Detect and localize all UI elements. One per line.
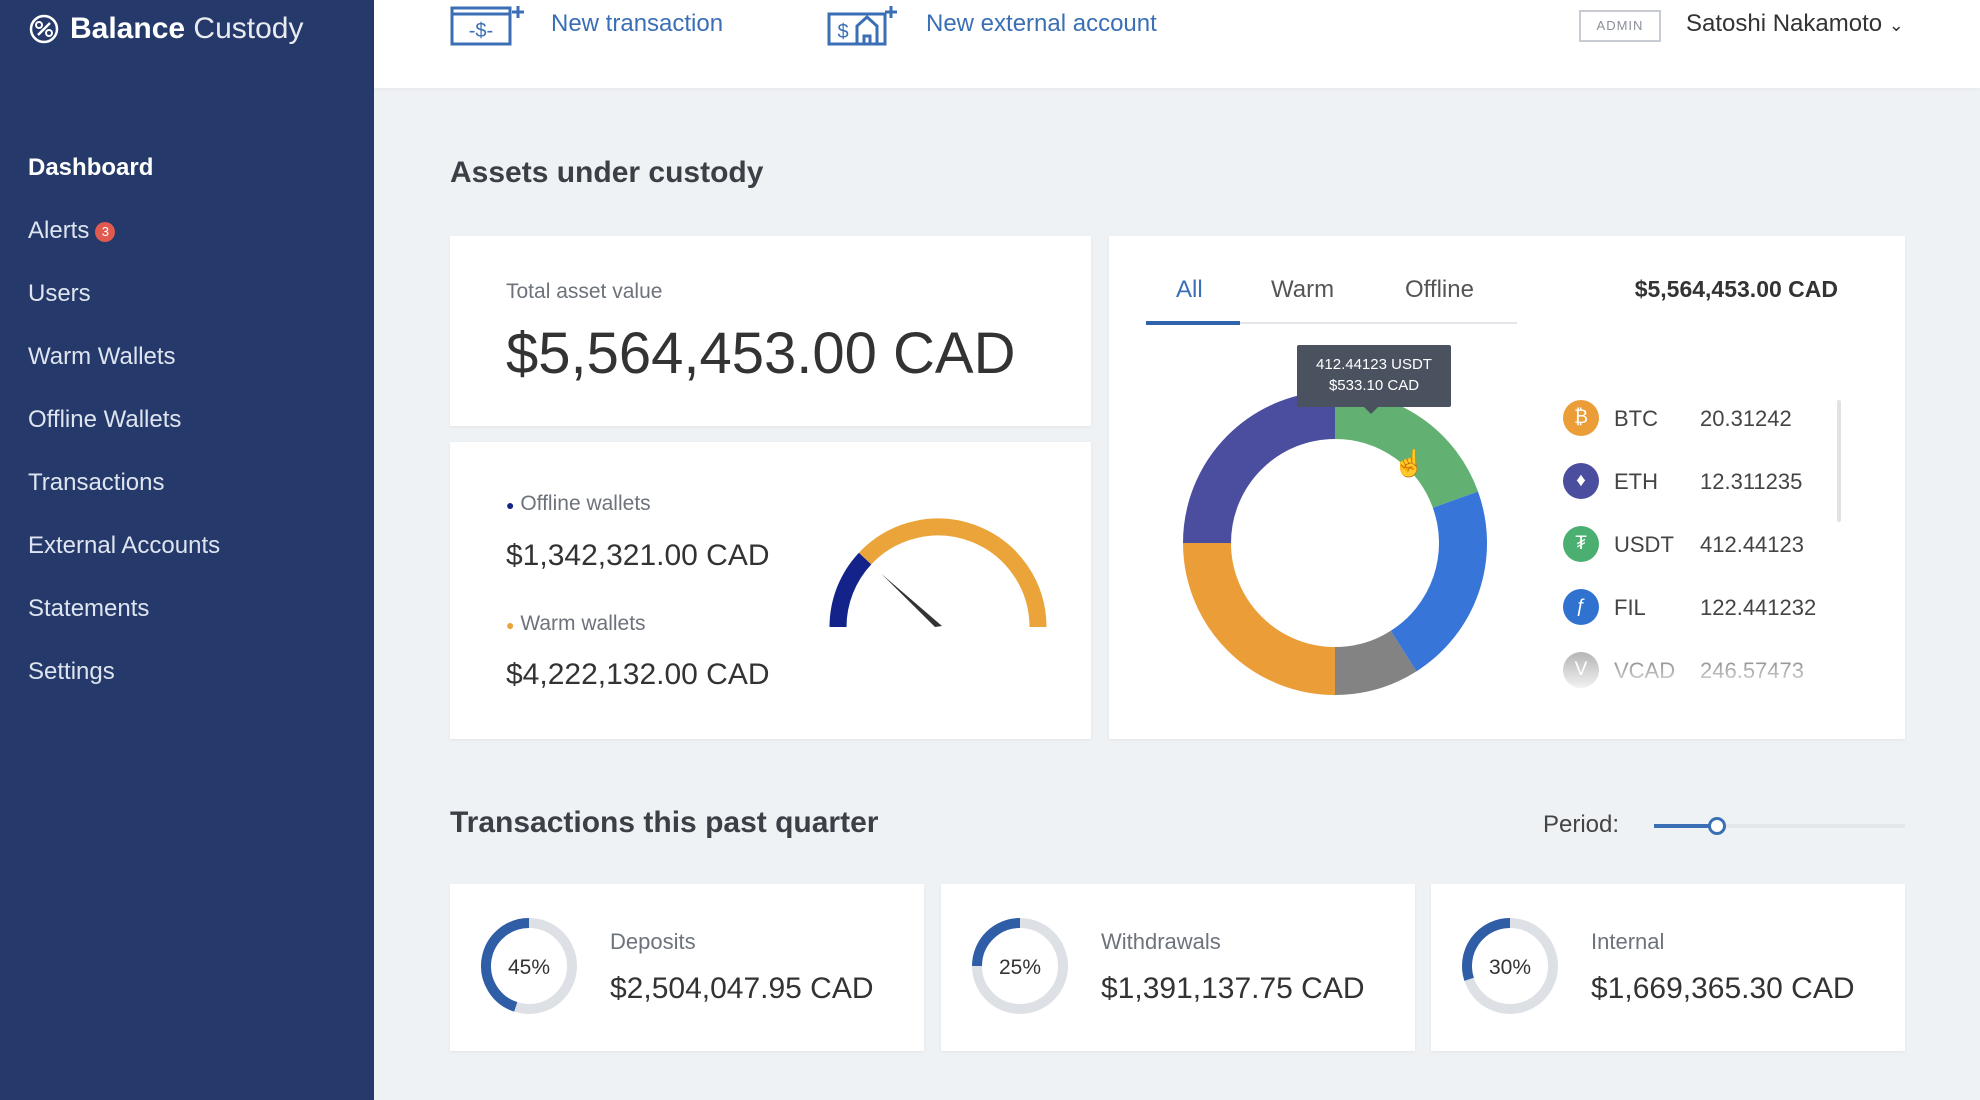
admin-role-badge: ADMIN [1579, 10, 1661, 42]
donut-slice [1183, 542, 1336, 695]
tab-warm[interactable]: Warm [1271, 276, 1334, 304]
internal-label: Internal [1591, 929, 1665, 954]
offline-wallets-legend: ● Offline wallets [506, 492, 651, 516]
brand-name-light: Custody [193, 12, 304, 45]
asset-amount: 12.311235 [1700, 469, 1803, 494]
new-external-account-link[interactable]: New external account [926, 10, 1157, 38]
asset-list-item[interactable]: ₿ BTC 20.31242 [1562, 396, 1832, 440]
withdrawals-label: Withdrawals [1101, 929, 1221, 954]
asset-symbol: FIL [1614, 595, 1646, 620]
chevron-down-icon: ⌄ [1888, 15, 1904, 35]
new-transaction-icon[interactable]: -$- [450, 4, 526, 48]
vcad-coin-icon: V [1563, 652, 1599, 688]
asset-list-item[interactable]: ƒ FIL 122.441232 [1562, 585, 1832, 629]
deposits-percent: 45% [507, 956, 551, 979]
period-slider-handle[interactable] [1707, 817, 1726, 835]
sidebar-item-external-accounts[interactable]: External Accounts [28, 532, 220, 560]
sidebar-item-warm-wallets[interactable]: Warm Wallets [28, 343, 176, 371]
tooltip-value: $533.10 CAD [1328, 377, 1420, 394]
asset-list-scrollbar[interactable] [1837, 400, 1841, 522]
asset-symbol: ETH [1614, 469, 1658, 494]
sidebar-item-transactions[interactable]: Transactions [28, 469, 165, 497]
brand-logo[interactable]: Balance Custody [28, 12, 303, 46]
asset-list[interactable]: ₿ BTC 20.31242 ♦ ETH 12.311235 ₮ USDT 412.… [1562, 396, 1832, 696]
sidebar-item-statements[interactable]: Statements [28, 595, 149, 623]
new-transaction-link[interactable]: New transaction [551, 10, 723, 38]
asset-list-item[interactable]: V VCAD 246.57473 [1562, 648, 1832, 692]
gauge-offline-arc [829, 552, 872, 628]
deposits-card: 45% Deposits $2,504,047.95 CAD [450, 884, 924, 1051]
eth-coin-icon: ♦ [1563, 463, 1599, 499]
top-header: -$- New transaction $ New external accou… [374, 0, 1980, 88]
asset-amount: 246.57473 [1700, 658, 1804, 683]
tab-all[interactable]: All [1176, 276, 1203, 304]
alerts-count-badge: 3 [95, 221, 116, 242]
usdt-coin-icon: ₮ [1563, 526, 1599, 562]
asset-donut-chart [1183, 391, 1487, 695]
donut-slice [1183, 391, 1336, 544]
sidebar-item-alerts[interactable]: Alerts 3 [28, 217, 116, 245]
internal-card: 30% Internal $1,669,365.30 CAD [1431, 884, 1905, 1051]
percent-logo-icon [29, 14, 59, 44]
withdrawals-card: 25% Withdrawals $1,391,137.75 CAD [941, 884, 1415, 1051]
withdrawals-value: $1,391,137.75 CAD [1101, 972, 1365, 1005]
sidebar-item-label: Alerts [28, 217, 90, 244]
active-tab-indicator [1146, 321, 1240, 325]
period-label: Period: [1543, 811, 1620, 838]
svg-text:$: $ [837, 21, 848, 43]
asset-amount: 122.441232 [1700, 595, 1817, 620]
donut-slice [1334, 630, 1417, 695]
wallet-split-gauge [829, 518, 1047, 628]
new-external-account-icon[interactable]: $ [827, 4, 899, 48]
total-asset-label: Total asset value [506, 280, 663, 303]
withdrawals-percent: 25% [998, 956, 1042, 979]
warm-dot-icon: ● [506, 617, 515, 633]
sidebar-item-offline-wallets[interactable]: Offline Wallets [28, 406, 181, 434]
tooltip-amount: 412.44123 USDT [1316, 356, 1432, 373]
gauge-warm-arc [858, 518, 1047, 628]
asset-symbol: VCAD [1614, 658, 1676, 683]
offline-wallets-value: $1,342,321.00 CAD [506, 539, 770, 572]
sidebar-item-settings[interactable]: Settings [28, 658, 115, 686]
asset-list-item[interactable]: ♦ ETH 12.311235 [1562, 459, 1832, 503]
internal-percent: 30% [1488, 956, 1532, 979]
total-asset-value: $5,564,453.00 CAD [506, 321, 1016, 386]
hand-cursor-icon: ☝ [1393, 448, 1426, 478]
asset-symbol: USDT [1614, 532, 1674, 557]
transactions-section-title: Transactions this past quarter [450, 806, 879, 839]
deposits-label: Deposits [610, 929, 696, 954]
total-asset-card: Total asset value $5,564,453.00 CAD [450, 236, 1091, 426]
sidebar: Balance Custody Dashboard Alerts 3 Users … [0, 0, 374, 1100]
asset-amount: 20.31242 [1700, 406, 1792, 431]
assets-section-title: Assets under custody [450, 156, 764, 189]
period-slider[interactable] [1654, 817, 1905, 835]
gauge-needle [881, 573, 942, 627]
offline-dot-icon: ● [506, 497, 515, 513]
asset-symbol: BTC [1614, 406, 1658, 431]
sidebar-item-dashboard[interactable]: Dashboard [28, 154, 153, 182]
breakdown-total: $5,564,453.00 CAD [1634, 276, 1838, 302]
sidebar-item-users[interactable]: Users [28, 280, 91, 308]
asset-amount: 412.44123 [1700, 532, 1804, 557]
brand-name-bold: Balance [70, 12, 186, 45]
offline-wallets-label: Offline wallets [520, 492, 651, 515]
tab-offline[interactable]: Offline [1405, 276, 1474, 304]
svg-text:-$-: -$- [469, 20, 493, 42]
user-menu[interactable]: Satoshi Nakamoto ⌄ [1686, 10, 1904, 38]
internal-value: $1,669,365.30 CAD [1591, 972, 1855, 1005]
wallet-split-card: ● Offline wallets $1,342,321.00 CAD ● Wa… [450, 442, 1091, 739]
asset-list-item[interactable]: ₮ USDT 412.44123 [1562, 522, 1832, 566]
fil-coin-icon: ƒ [1563, 589, 1599, 625]
btc-coin-icon: ₿ [1563, 400, 1599, 436]
deposits-value: $2,504,047.95 CAD [610, 972, 874, 1005]
user-name: Satoshi Nakamoto [1686, 10, 1883, 37]
warm-wallets-legend: ● Warm wallets [506, 612, 646, 636]
warm-wallets-label: Warm wallets [520, 612, 646, 635]
donut-slice [1390, 491, 1487, 672]
donut-tooltip: 412.44123 USDT $533.10 CAD [1297, 345, 1451, 414]
warm-wallets-value: $4,222,132.00 CAD [506, 658, 770, 691]
